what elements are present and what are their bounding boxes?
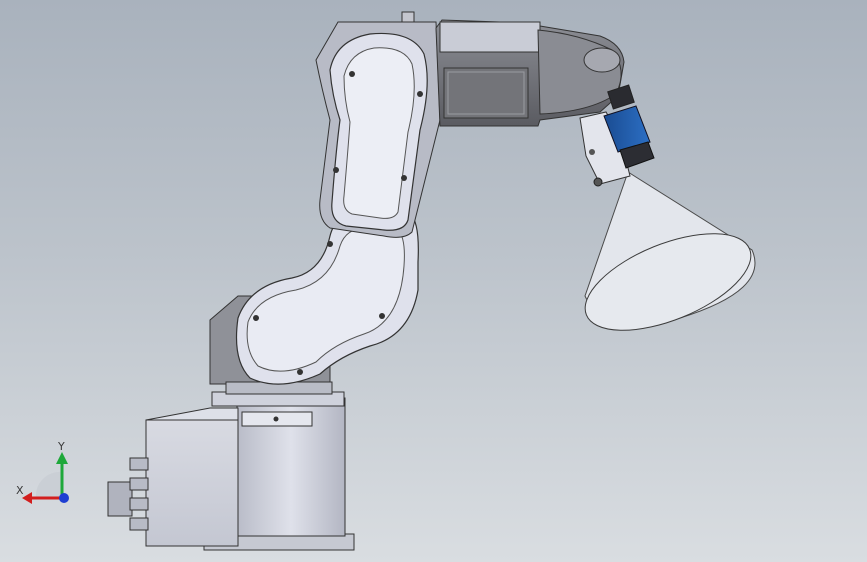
- robot-arm-model[interactable]: [0, 0, 867, 562]
- camera-view-cone: [584, 171, 756, 331]
- triad-y-label: Y: [58, 440, 65, 453]
- z-axis-dot: [59, 493, 69, 503]
- robot-base[interactable]: [107, 391, 355, 551]
- coordinate-triad: Y X: [16, 440, 88, 510]
- lower-arm-link[interactable]: [235, 211, 419, 385]
- 3d-viewport[interactable]: Y X: [0, 0, 867, 562]
- upper-arm-link[interactable]: [315, 11, 441, 238]
- triad-x-label: X: [16, 484, 24, 497]
- forearm[interactable]: [435, 19, 625, 127]
